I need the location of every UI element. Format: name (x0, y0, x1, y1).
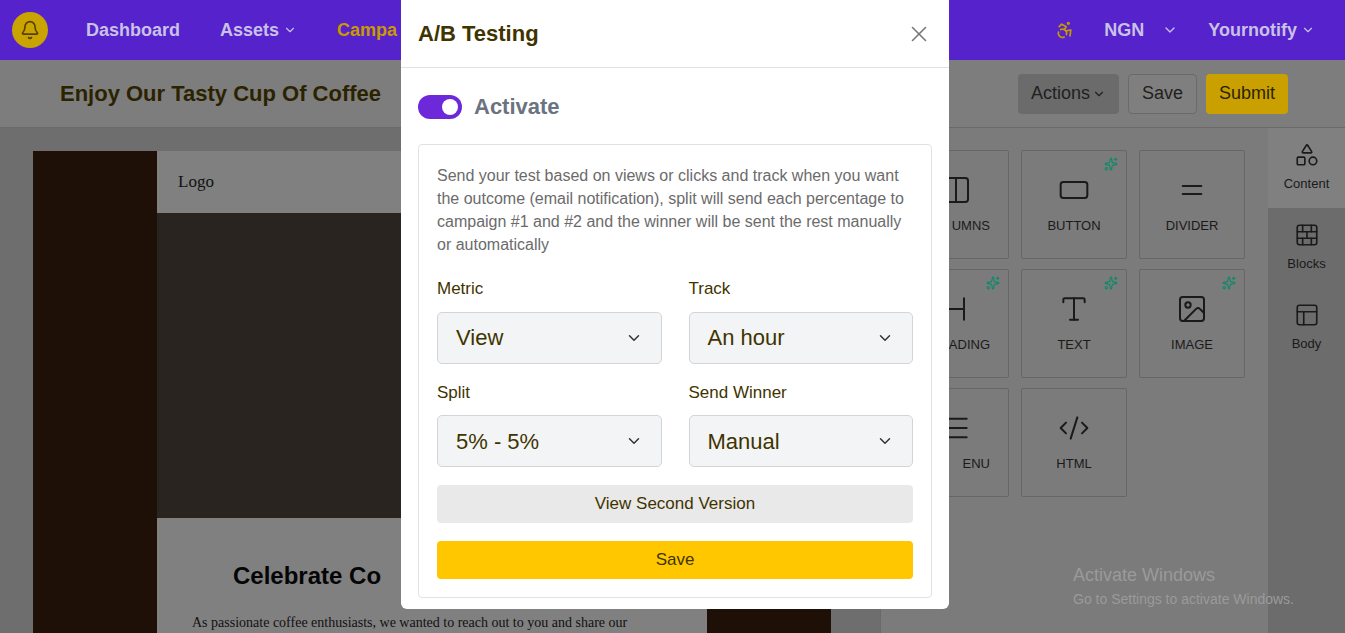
bell-icon (20, 20, 40, 40)
modal-title: A/B Testing (418, 17, 539, 50)
field-label: Metric (437, 276, 662, 302)
activate-toggle[interactable] (418, 95, 462, 119)
logo[interactable] (12, 12, 48, 48)
chevron-icon (1162, 22, 1178, 38)
nav-item[interactable]: Dashboard (86, 17, 180, 44)
account-menu[interactable]: Yournotify (1208, 17, 1315, 44)
block-icon (1174, 174, 1210, 206)
email-logo: Logo (178, 169, 214, 195)
settings-box: Send your test based on views or clicks … (418, 144, 932, 598)
windows-watermark: Activate WindowsGo to Settings to activa… (1073, 562, 1294, 610)
activate-toggle-row[interactable]: Activate (418, 90, 932, 123)
sparkle-icon (986, 276, 1000, 290)
accessibility-icon[interactable] (1055, 20, 1075, 40)
select-field[interactable]: View (437, 312, 662, 364)
block-icon (1056, 174, 1092, 206)
palette-tile[interactable]: BUTTON (1021, 150, 1127, 259)
chevron-icon (625, 329, 643, 347)
app: Dashboard Assets Campa NGN Yournotify Enjoy O… (0, 0, 1345, 633)
select-field[interactable]: An hour (689, 312, 914, 364)
campaign-title: Enjoy Our Tasty Cup Of Coffee (60, 77, 381, 110)
block-icon (1056, 412, 1092, 444)
side-tab[interactable]: Body (1268, 288, 1345, 368)
save-button[interactable]: Save (437, 541, 913, 579)
chevron-icon (625, 432, 643, 450)
close-icon[interactable] (906, 21, 932, 47)
nav-item[interactable]: Campa (337, 17, 397, 44)
select-field[interactable]: 5% - 5% (437, 415, 662, 467)
side-tabs: ContentBlocksBody (1268, 128, 1345, 633)
chevron-icon (1092, 87, 1106, 101)
description: Send your test based on views or clicks … (437, 164, 913, 256)
sparkle-icon (1104, 157, 1118, 171)
chevron-icon (876, 432, 894, 450)
ab-testing-modal: A/B Testing Activate Send your test based … (401, 0, 949, 609)
chevron-icon (283, 23, 297, 37)
tab-icon (1294, 142, 1320, 168)
field-label: Split (437, 380, 662, 406)
email-paragraph: As passionate coffee enthusiasts, we wan… (192, 612, 697, 633)
sparkle-icon (1104, 276, 1118, 290)
palette-tile[interactable]: TEXT (1021, 269, 1127, 378)
side-tab[interactable]: Content (1268, 128, 1345, 208)
palette-tile[interactable]: DIVIDER (1139, 150, 1245, 259)
currency-select[interactable]: NGN (1104, 17, 1178, 44)
block-icon (1174, 293, 1210, 325)
chevron-icon (1301, 23, 1315, 37)
select-field[interactable]: Manual (689, 415, 914, 467)
palette-tile[interactable]: HTML (1021, 388, 1127, 497)
email-side-column (33, 151, 157, 633)
field-label: Send Winner (689, 380, 914, 406)
tab-icon (1294, 302, 1320, 328)
field-label: Track (689, 276, 914, 302)
toolbar-button[interactable]: Actions (1018, 74, 1119, 114)
nav-item[interactable]: Assets (220, 17, 297, 44)
view-second-version-button[interactable]: View Second Version (437, 485, 913, 523)
palette-tile[interactable]: IMAGE (1139, 269, 1245, 378)
side-tab[interactable]: Blocks (1268, 208, 1345, 288)
block-icon (1056, 293, 1092, 325)
sparkle-icon (1222, 276, 1236, 290)
chevron-icon (876, 329, 894, 347)
tab-icon (1294, 222, 1320, 248)
toolbar-button[interactable]: Submit (1206, 74, 1288, 114)
toolbar-button[interactable]: Save (1128, 74, 1197, 114)
